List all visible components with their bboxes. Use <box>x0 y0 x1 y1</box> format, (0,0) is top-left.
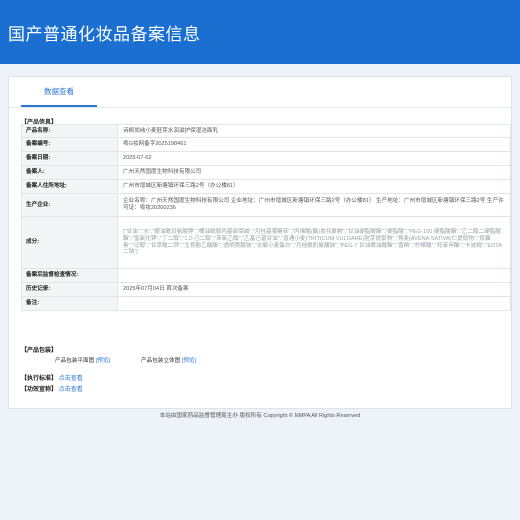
product-info-table: 产品名称: 诗枫尚纯小麦胚芽水润滋护保湿洁面乳 备案编号: 粤G妆网备字2025… <box>21 124 511 311</box>
supervision-value <box>117 268 511 283</box>
row-label: 备注: <box>21 296 118 311</box>
packaging-plan-label: 产品包装平面图 <box>55 358 95 364</box>
row-label: 备案后监督检查情况: <box>21 268 118 283</box>
tab-data-view[interactable]: 数据查看 <box>21 85 97 107</box>
standard-title: 【执行标准】 <box>21 376 58 382</box>
packaging-plan-preview-link[interactable]: [预览] <box>96 358 110 364</box>
table-row: 备注: <box>21 296 511 311</box>
table-row: 备案日期: 2025-07-02 <box>21 151 511 166</box>
packaging-solid-preview-link[interactable]: [预览] <box>182 358 196 364</box>
row-label: 备案编号: <box>21 137 118 152</box>
packaging-heading: 【产品包装】 <box>21 348 58 354</box>
efficacy-view-link[interactable]: 点击查看 <box>59 387 83 393</box>
table-row: 备案人住所地址: 广州市增城区新塘镇环保三路2号（办公楼81） <box>21 179 511 194</box>
table-row: 生产企业: 企业名称：广州天然国度生物科技有限公司 企业地址：广州市增城区新塘镇… <box>21 193 511 217</box>
manufacturer-value: 企业名称：广州天然国度生物科技有限公司 企业地址：广州市增城区新塘镇环保三路2号… <box>117 193 511 217</box>
packaging-solid: 产品包装立体图 [预览] <box>141 356 196 364</box>
standard-view-link[interactable]: 点击查看 <box>59 376 83 382</box>
page-title: 国产普通化妆品备案信息 <box>8 25 201 44</box>
standard-heading: 【执行标准】 点击查看 <box>21 373 83 382</box>
table-row: 历史记录: 2025年07月04日 首次备案 <box>21 282 511 297</box>
efficacy-title: 【功效宣称】 <box>21 387 58 393</box>
row-label: 生产企业: <box>21 193 118 217</box>
row-label: 备案人住所地址: <box>21 179 118 194</box>
content-panel: 数据查看 【产品信息】 产品名称: 诗枫尚纯小麦胚芽水润滋护保湿洁面乳 备案编号… <box>8 76 512 409</box>
footer-copyright: 本站由国家药品监督管理局主办 版权所有 Copyright © NMPA All… <box>159 413 361 419</box>
registrant-address-value: 广州市增城区新塘镇环保三路2号（办公楼81） <box>117 179 511 194</box>
page-header: 国产普通化妆品备案信息 <box>0 0 520 64</box>
row-label: 备案日期: <box>21 151 118 166</box>
product-name-value: 诗枫尚纯小麦胚芽水润滋护保湿洁面乳 <box>117 124 511 138</box>
row-label: 备案人: <box>21 165 118 180</box>
registration-number-value: 粤G妆网备字2025198461 <box>117 137 511 152</box>
ingredients-value: ["甘油","水","椰油酰甘氨酸钾","椰油酰胺丙基甜菜碱","月桂基葡糖苷"… <box>117 216 511 269</box>
table-row: 备案编号: 粤G妆网备字2025198461 <box>21 137 511 152</box>
registrant-value: 广州天然国度生物科技有限公司 <box>117 165 511 180</box>
row-label: 产品名称: <box>21 124 118 138</box>
table-row: 产品名称: 诗枫尚纯小麦胚芽水润滋护保湿洁面乳 <box>21 124 511 138</box>
packaging-solid-label: 产品包装立体图 <box>141 358 181 364</box>
tab-divider <box>9 107 511 108</box>
registration-date-value: 2025-07-02 <box>117 151 511 166</box>
table-row: 成分: ["甘油","水","椰油酰甘氨酸钾","椰油酰胺丙基甜菜碱","月桂基… <box>21 216 511 269</box>
row-label: 历史记录: <box>21 282 118 297</box>
packaging-plan: 产品包装平面图 [预览] <box>55 356 110 364</box>
remarks-value <box>117 296 511 311</box>
table-row: 备案人: 广州天然国度生物科技有限公司 <box>21 165 511 180</box>
history-value: 2025年07月04日 首次备案 <box>117 282 511 297</box>
table-row: 备案后监督检查情况: <box>21 268 511 283</box>
efficacy-heading: 【功效宣称】 点击查看 <box>21 384 83 393</box>
row-label: 成分: <box>21 216 118 269</box>
